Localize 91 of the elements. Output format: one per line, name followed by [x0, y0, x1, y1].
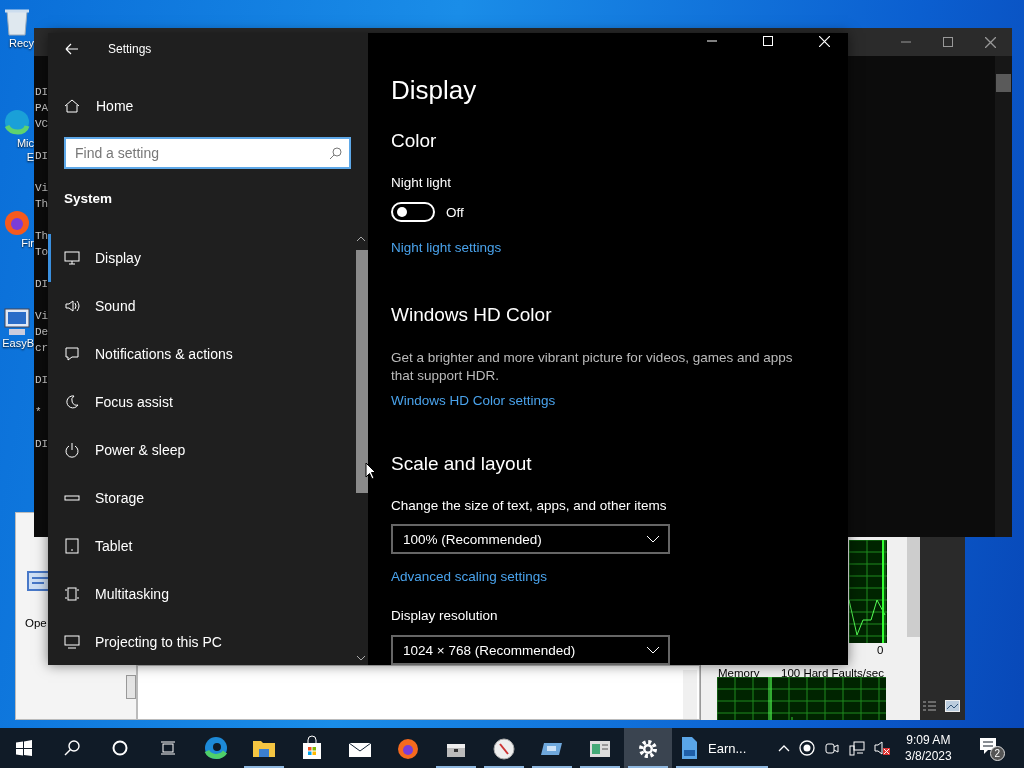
record-icon[interactable]: [799, 740, 815, 756]
console-text: Th: [35, 229, 49, 244]
icon-label: Recy: [8, 36, 34, 50]
counter-scale: 100 Hard Faults/sec: [781, 666, 884, 680]
monitor-icon: [64, 250, 80, 266]
computer-icon: [4, 308, 30, 336]
link[interactable]: Windows HD Color settings: [391, 391, 556, 411]
compass-icon: [491, 735, 517, 761]
fox-browser-icon: [4, 208, 30, 236]
nav-item[interactable]: Multitasking: [48, 570, 352, 618]
page-title: Display: [391, 74, 477, 107]
console-text: DI: [35, 85, 49, 100]
clock[interactable]: 9:09 AM 3/8/2023: [905, 732, 952, 764]
scrollbar[interactable]: [995, 56, 1012, 537]
camera-icon[interactable]: [824, 740, 840, 756]
network-icon[interactable]: [849, 740, 865, 756]
windows-icon: [64, 586, 80, 602]
chevron-down-icon: [646, 646, 660, 654]
setting-label: Night light: [391, 174, 452, 192]
dropdown[interactable]: 1024 × 768 (Recommended): [391, 635, 670, 665]
toggle-state: Off: [446, 204, 464, 220]
moon-icon: [64, 394, 80, 410]
icon-label: Mic: [16, 136, 34, 150]
preview-view-icon[interactable]: [945, 700, 960, 712]
windows-logo-icon[interactable]: [16, 740, 32, 756]
console-text: VC: [35, 117, 49, 132]
nav-item[interactable]: Notifications & actions: [48, 330, 352, 378]
taskbar-app[interactable]: [624, 728, 672, 768]
home-nav-item[interactable]: Home: [48, 82, 368, 130]
chevron-up-icon[interactable]: [778, 743, 790, 753]
link[interactable]: Night light settings: [391, 238, 502, 258]
icon-label: E: [26, 150, 34, 164]
section-heading: Windows HD Color: [391, 303, 552, 327]
icon-label: Ope: [25, 616, 47, 630]
nav-item[interactable]: Focus assist: [48, 378, 352, 426]
dropdown[interactable]: 100% (Recommended): [391, 524, 670, 554]
section-heading: Scale and layout: [391, 452, 532, 476]
console-text: DI: [35, 437, 49, 452]
console-text: DI: [35, 373, 49, 388]
speaker-icon[interactable]: [874, 740, 890, 756]
circle-icon[interactable]: [112, 740, 128, 756]
message-icon: [978, 737, 997, 755]
console-text: Th: [35, 197, 49, 212]
browser-icon: [4, 108, 30, 136]
browser-icon[interactable]: [203, 735, 229, 761]
chevron-up-icon[interactable]: [356, 236, 366, 242]
console-text: Vi: [35, 309, 49, 324]
message-icon: [64, 346, 80, 362]
section-heading: System: [64, 190, 114, 208]
chevron-down-icon: [646, 535, 660, 543]
counter-label: Memory: [718, 666, 760, 680]
setting-label: Display resolution: [391, 607, 498, 625]
console-text: PA: [35, 101, 49, 116]
back-arrow-icon[interactable]: [65, 43, 79, 55]
search-icon: [329, 147, 342, 160]
icon-label: Fir: [21, 236, 34, 250]
icon-label: EasyB: [2, 336, 34, 350]
section-heading: Color: [391, 129, 437, 153]
nav-item[interactable]: Storage: [48, 474, 352, 522]
console-text: *: [35, 405, 42, 420]
chevron-down-icon[interactable]: [356, 655, 366, 661]
scrollbar[interactable]: [683, 670, 697, 719]
console-text: DI: [35, 149, 49, 164]
nav-item[interactable]: Power & sleep: [48, 426, 352, 474]
console-text: Vi: [35, 181, 49, 196]
nav-item[interactable]: Sound: [48, 282, 352, 330]
notification-button[interactable]: 2: [978, 735, 1005, 761]
console-text: cr: [35, 341, 49, 356]
speaker-icon: [64, 298, 80, 314]
search-icon[interactable]: [64, 740, 80, 756]
nav-item[interactable]: Tablet: [48, 522, 352, 570]
search-field[interactable]: Find a setting: [64, 137, 351, 169]
power-icon: [64, 442, 80, 458]
task-view-icon[interactable]: [160, 740, 176, 756]
setting-label: Change the size of text, apps, and other items: [391, 497, 667, 515]
details-view-icon[interactable]: [922, 700, 937, 712]
recycle-bin-icon: [4, 8, 30, 36]
toggle-switch[interactable]: [391, 202, 435, 222]
taskbar-app[interactable]: Earn...: [672, 728, 772, 768]
console-text: To: [35, 245, 49, 260]
console-text: De: [35, 325, 49, 340]
tablet-icon: [64, 538, 80, 554]
link[interactable]: Advanced scaling settings: [391, 567, 548, 587]
console-text: DI: [35, 277, 49, 292]
description: Get a brighter and more vibrant picture for videos, games and apps that support HDR.: [391, 349, 794, 385]
axis-value: 0: [877, 643, 884, 657]
nav-item[interactable]: Projecting to this PC: [48, 618, 352, 665]
window-title: Settings: [108, 42, 152, 56]
home-icon: [64, 98, 80, 114]
projector-icon: [64, 634, 80, 650]
document-icon: [680, 736, 698, 760]
